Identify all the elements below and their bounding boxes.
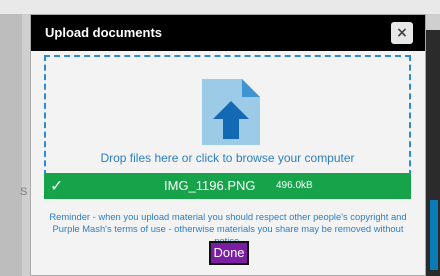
dropzone-instructions: Drop files here or click to browse your … <box>100 151 355 165</box>
background-text: S <box>20 186 28 198</box>
close-button[interactable]: × <box>391 22 413 44</box>
done-button[interactable]: Done <box>209 241 249 265</box>
check-icon: ✓ <box>50 176 64 195</box>
modal-title: Upload documents <box>45 25 163 40</box>
upload-documents-modal: Upload documents × Drop files here or cl… <box>30 14 426 276</box>
file-name: IMG_1196.PNG <box>164 178 256 193</box>
modal-header: Upload documents × <box>31 15 425 51</box>
document-upload-icon <box>202 79 260 145</box>
background-left-strip <box>0 14 22 276</box>
file-dropzone[interactable]: Drop files here or click to browse your … <box>44 55 411 176</box>
uploaded-file-row: ✓ IMG_1196.PNG 496.0kB <box>44 173 411 199</box>
background-right-strip <box>426 30 440 276</box>
background-right-accent <box>430 200 438 270</box>
background-top-bar <box>0 0 440 14</box>
file-size: 496.0kB <box>276 180 313 191</box>
